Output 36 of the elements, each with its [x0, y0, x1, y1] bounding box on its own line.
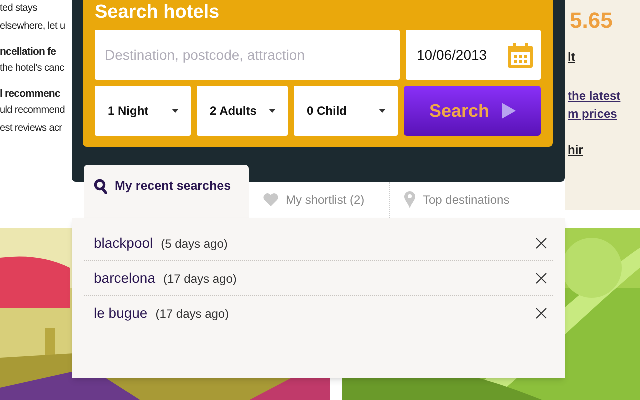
panel-title: Search hotels [95, 2, 221, 24]
play-icon [502, 103, 516, 119]
destination-field[interactable]: Destination, postcode, attraction [95, 30, 400, 80]
body-text: the hotel's canc [0, 62, 64, 76]
caret-icon [269, 109, 276, 113]
tab[interactable]: My recent searches [84, 165, 249, 218]
time-ago: (17 days ago) [164, 270, 237, 288]
body-text: ncellation fe [0, 45, 56, 59]
close-icon[interactable] [536, 238, 547, 248]
dropdown[interactable]: 1 Night [95, 86, 191, 136]
body-text: l recommenc [0, 87, 60, 101]
close-icon[interactable] [536, 308, 547, 319]
close-icon[interactable] [536, 272, 547, 284]
link[interactable]: m prices [568, 105, 618, 123]
link[interactable]: lt [568, 48, 576, 66]
price: 5.65 [570, 8, 613, 34]
caret-icon [172, 109, 179, 113]
caret-icon [379, 109, 386, 113]
time-ago: (5 days ago) [161, 236, 228, 252]
link[interactable]: hir [568, 141, 584, 159]
dropdown[interactable]: 2 Adults [197, 86, 288, 136]
date-field[interactable]: 10/06/2013 [406, 30, 541, 80]
pin-icon [404, 191, 416, 209]
search-link[interactable]: le bugue [94, 303, 148, 324]
body-text: uld recommend [0, 104, 66, 118]
body-text: est reviews acr [0, 122, 62, 136]
link[interactable]: the latest [568, 87, 621, 105]
body-text: elsewhere, let u [0, 20, 66, 34]
search-icon [94, 178, 108, 194]
heart-icon [263, 193, 279, 207]
search-link[interactable]: barcelona [94, 268, 156, 288]
search-button[interactable]: Search [404, 86, 541, 136]
search-link[interactable]: blackpool [94, 232, 154, 254]
body-text: ted stays [0, 2, 38, 16]
dropdown[interactable]: 0 Child [294, 86, 398, 136]
time-ago: (17 days ago) [156, 306, 230, 323]
